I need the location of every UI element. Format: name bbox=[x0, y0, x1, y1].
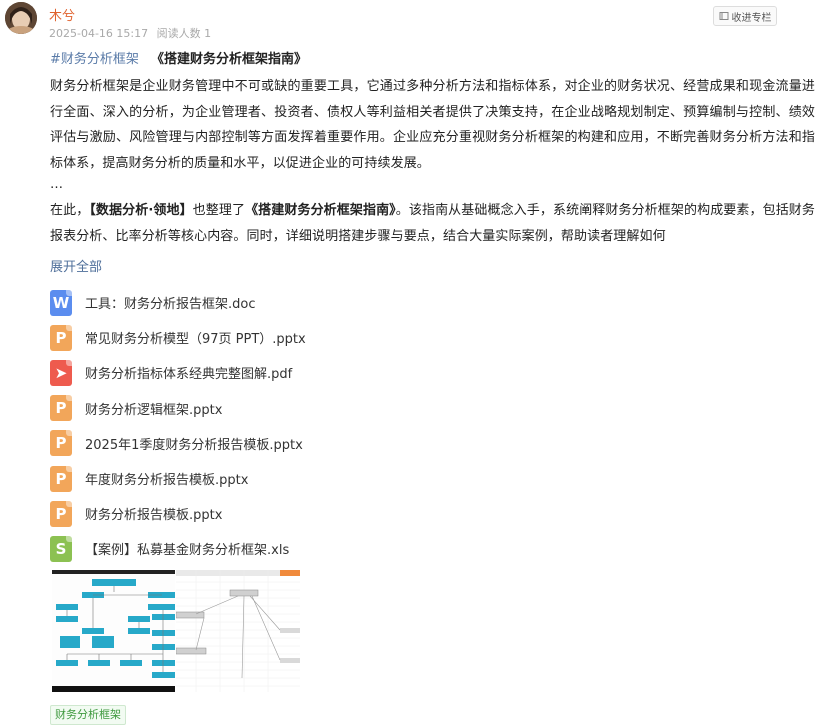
attachment-item[interactable]: S 【案例】私募基金财务分析框架.xls bbox=[50, 531, 306, 566]
paragraph-1: 财务分析框架是企业财务管理中不可或缺的重要工具，它通过多种分析方法和指标体系，对… bbox=[50, 79, 815, 171]
ellipsis: … bbox=[50, 177, 63, 192]
framework-diagram-image[interactable] bbox=[52, 570, 175, 692]
attachment-name: 年度财务分析报告模板.pptx bbox=[85, 473, 249, 489]
read-count: 阅读人数 1 bbox=[156, 27, 212, 40]
word-icon: W bbox=[50, 289, 72, 316]
author-name[interactable]: 木兮 bbox=[49, 5, 75, 24]
attachment-list: W 工具：财务分析报告框架.doc P 常见财务分析模型（97页 PPT）.pptx ➤… bbox=[50, 285, 306, 567]
attachment-name: 财务分析报告模板.pptx bbox=[85, 508, 223, 524]
topic-tag[interactable]: #财务分析框架 bbox=[50, 52, 139, 67]
post-meta: 2025-04-16 15:17 阅读人数 1 bbox=[49, 25, 211, 41]
attachment-item[interactable]: ➤ 财务分析指标体系经典完整图解.pdf bbox=[50, 355, 306, 390]
expand-all-link[interactable]: 展开全部 bbox=[50, 256, 102, 275]
attachment-name: 2025年1季度财务分析报告模板.pptx bbox=[85, 437, 303, 453]
attachment-name: 财务分析指标体系经典完整图解.pdf bbox=[85, 367, 293, 383]
attachment-item[interactable]: P 2025年1季度财务分析报告模板.pptx bbox=[50, 426, 306, 461]
paragraph-2-source: 【数据分析·领地】 bbox=[89, 203, 193, 218]
attachment-name: 财务分析逻辑框架.pptx bbox=[85, 402, 223, 418]
collect-button-label: 收进专栏 bbox=[731, 12, 772, 24]
attachment-item[interactable]: P 财务分析逻辑框架.pptx bbox=[50, 391, 306, 426]
paragraph-2-prefix: 在此， bbox=[50, 203, 90, 218]
excel-icon: S bbox=[50, 535, 72, 562]
post-date: 2025-04-16 15:17 bbox=[49, 27, 149, 40]
post-content: #财务分析框架 《搭建财务分析框架指南》 财务分析框架是企业财务管理中不可或缺的… bbox=[50, 50, 815, 249]
paragraph-2-mid: 也整理了 bbox=[192, 203, 246, 218]
spreadsheet-image[interactable] bbox=[176, 570, 300, 692]
post-title: 《搭建财务分析框架指南》 bbox=[151, 52, 308, 67]
collect-to-column-button[interactable]: 收进专栏 bbox=[713, 6, 777, 26]
ppt-icon: P bbox=[50, 465, 72, 492]
attachment-item[interactable]: P 年度财务分析报告模板.pptx bbox=[50, 461, 306, 496]
attachment-name: 【案例】私募基金财务分析框架.xls bbox=[85, 543, 290, 559]
paragraph-2-title: 《搭建财务分析框架指南》 bbox=[245, 203, 396, 218]
ppt-icon: P bbox=[50, 395, 72, 422]
attachment-item[interactable]: W 工具：财务分析报告框架.doc bbox=[50, 285, 306, 320]
attachment-item[interactable]: P 财务分析报告模板.pptx bbox=[50, 496, 306, 531]
image-gallery bbox=[52, 570, 300, 692]
avatar[interactable] bbox=[5, 2, 37, 34]
paragraph-2: 在此，【数据分析·领地】也整理了《搭建财务分析框架指南》。该指南从基础概念入手，… bbox=[50, 198, 815, 249]
ppt-icon: P bbox=[50, 430, 72, 457]
ppt-icon: P bbox=[50, 500, 72, 527]
tag-chip[interactable]: 财务分析框架 bbox=[50, 705, 126, 725]
attachment-name: 常见财务分析模型（97页 PPT）.pptx bbox=[85, 332, 306, 348]
pdf-icon: ➤ bbox=[50, 359, 72, 386]
ppt-icon: P bbox=[50, 324, 72, 351]
attachment-item[interactable]: P 常见财务分析模型（97页 PPT）.pptx bbox=[50, 320, 306, 355]
collect-icon bbox=[719, 12, 728, 20]
attachment-name: 工具：财务分析报告框架.doc bbox=[85, 297, 256, 313]
